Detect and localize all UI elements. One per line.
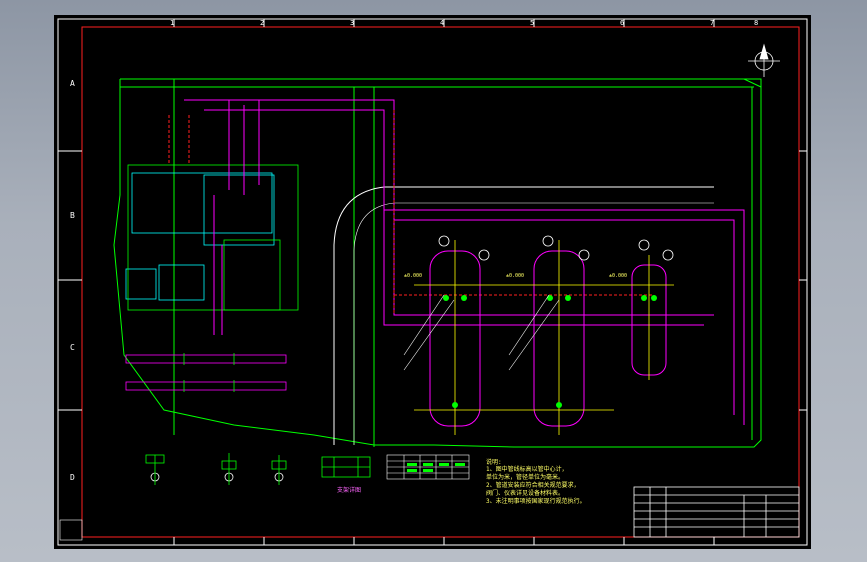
title-block	[633, 486, 800, 538]
material-table	[386, 454, 470, 480]
elevation-mark: ±0.000	[404, 273, 423, 279]
col-marker-5: 5	[530, 19, 535, 27]
revision-box	[59, 519, 83, 541]
building-outline	[127, 164, 299, 311]
col-marker-6: 6	[620, 19, 625, 27]
notes-line: 3、未注明事项按国家现行规范执行。	[486, 498, 586, 505]
notes-line: 1、图中管线标高以管中心计，	[486, 466, 568, 473]
bar-dividers	[183, 353, 235, 392]
north-arrow-icon	[748, 43, 780, 77]
notes-line: 阀门、仪表详见设备材料表。	[486, 490, 565, 497]
col-marker-8: 8	[754, 19, 759, 27]
detail-caption: 支架详图	[337, 487, 362, 494]
pipe-bars	[125, 354, 287, 391]
leader-lines	[403, 294, 560, 371]
notes-line: 单位为米，管径单位为毫米。	[486, 474, 565, 481]
row-label-b: B	[70, 211, 75, 220]
row-label-a: A	[70, 79, 75, 88]
building-blocks	[125, 172, 275, 301]
road-edge	[333, 186, 714, 445]
support-detail	[321, 456, 371, 478]
outer-border	[57, 18, 808, 546]
detail-symbols	[145, 453, 287, 485]
col-marker-1: 1	[170, 19, 175, 27]
site-boundary	[113, 78, 762, 448]
elevation-mark: ±0.000	[609, 273, 628, 279]
grid-ticks	[58, 19, 807, 545]
cad-drawing	[57, 18, 808, 546]
col-marker-2: 2	[260, 19, 265, 27]
row-label-c: C	[70, 343, 75, 352]
drawing-sheet: A B C D 1 2 3 4 5 6 7 8 说明: 1、图中管线标高以管中心…	[54, 15, 811, 549]
main-piping	[184, 99, 745, 425]
elevation-mark: ±0.000	[506, 273, 525, 279]
row-label-d: D	[70, 473, 75, 482]
valves	[443, 295, 657, 408]
notes-title: 说明:	[486, 459, 502, 466]
dashed-piping	[168, 110, 654, 315]
col-marker-7: 7	[710, 19, 715, 27]
notes-line: 2、管道安装应符合相关规范要求，	[486, 482, 580, 489]
col-marker-3: 3	[350, 19, 355, 27]
col-marker-4: 4	[440, 19, 445, 27]
drawing-frame	[81, 26, 800, 538]
